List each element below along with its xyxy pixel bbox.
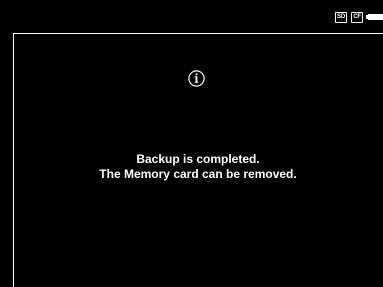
- message-line-1: Backup is completed.: [136, 152, 260, 166]
- camera-lcd-screen: SD CF Backup is completed. The Memory ca…: [0, 0, 383, 287]
- battery-body: [368, 14, 383, 20]
- info-icon: [188, 70, 205, 87]
- message-line-2: The Memory card can be removed.: [99, 167, 297, 181]
- sd-card-icon: SD: [335, 12, 347, 23]
- sd-card-label: SD: [337, 14, 345, 20]
- battery-full-icon: [366, 14, 383, 20]
- cf-card-label: CF: [353, 14, 361, 20]
- cf-card-icon: CF: [351, 12, 363, 23]
- status-bar: SD CF: [0, 0, 383, 30]
